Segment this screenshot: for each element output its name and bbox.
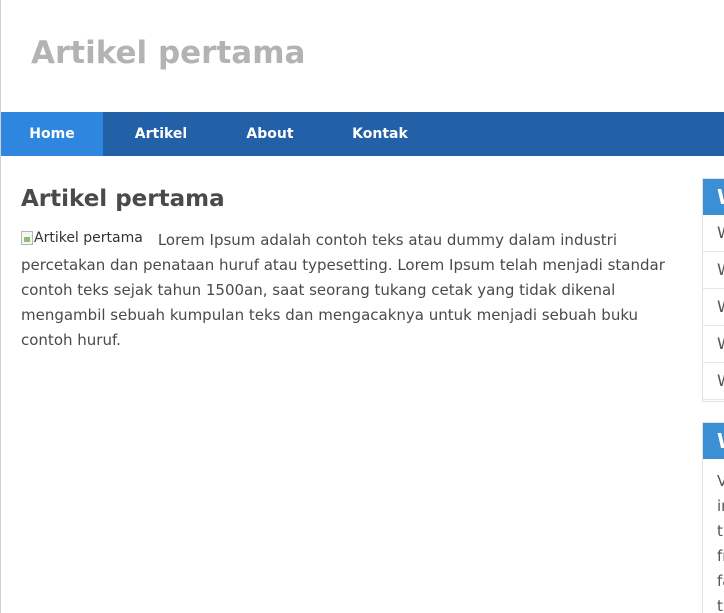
nav-item-about[interactable]: About xyxy=(219,112,321,156)
site-header: Artikel pertama xyxy=(1,0,724,112)
post-title: Artikel pertama xyxy=(21,186,225,212)
post-image: Artikel pertama xyxy=(21,228,143,248)
widget-1-item[interactable]: W xyxy=(703,289,724,326)
page: Artikel pertama Home Artikel About Konta… xyxy=(0,0,724,613)
widget-1-item[interactable]: W xyxy=(703,363,724,400)
post-body-text: Lorem Ipsum adalah contoh teks atau dumm… xyxy=(21,230,665,349)
widget-1-item[interactable]: W xyxy=(703,326,724,363)
post-body: Artikel pertama Lorem Ipsum adalah conto… xyxy=(21,228,666,353)
widget-1-title: W xyxy=(703,179,724,215)
main-navbar: Home Artikel About Kontak xyxy=(1,112,724,156)
post-image-alt: Artikel pertama xyxy=(34,229,143,246)
widget-2-line: ir xyxy=(717,497,724,515)
widget-2-line: V xyxy=(717,469,724,494)
sidebar-widget-2: W V ir t fr fa ti xyxy=(702,422,724,613)
widget-2-line: fr xyxy=(717,547,724,565)
widget-1-item[interactable]: W xyxy=(703,252,724,289)
nav-item-artikel[interactable]: Artikel xyxy=(103,112,219,156)
widget-2-line: ti xyxy=(717,597,724,613)
main-content: Artikel pertama Artikel pertama Lorem Ip… xyxy=(21,186,671,353)
widget-1-item[interactable]: W xyxy=(703,215,724,252)
widget-2-line: fa xyxy=(717,572,724,590)
widget-2-title: W xyxy=(703,423,724,459)
widget-2-text: V ir t fr fa ti xyxy=(703,459,724,613)
nav-item-home[interactable]: Home xyxy=(1,112,103,156)
broken-image-icon xyxy=(21,230,33,245)
nav-item-kontak[interactable]: Kontak xyxy=(321,112,439,156)
site-title[interactable]: Artikel pertama xyxy=(31,38,305,69)
widget-2-line: t xyxy=(717,522,723,540)
sidebar-widget-1: W W W W W W xyxy=(702,178,724,402)
